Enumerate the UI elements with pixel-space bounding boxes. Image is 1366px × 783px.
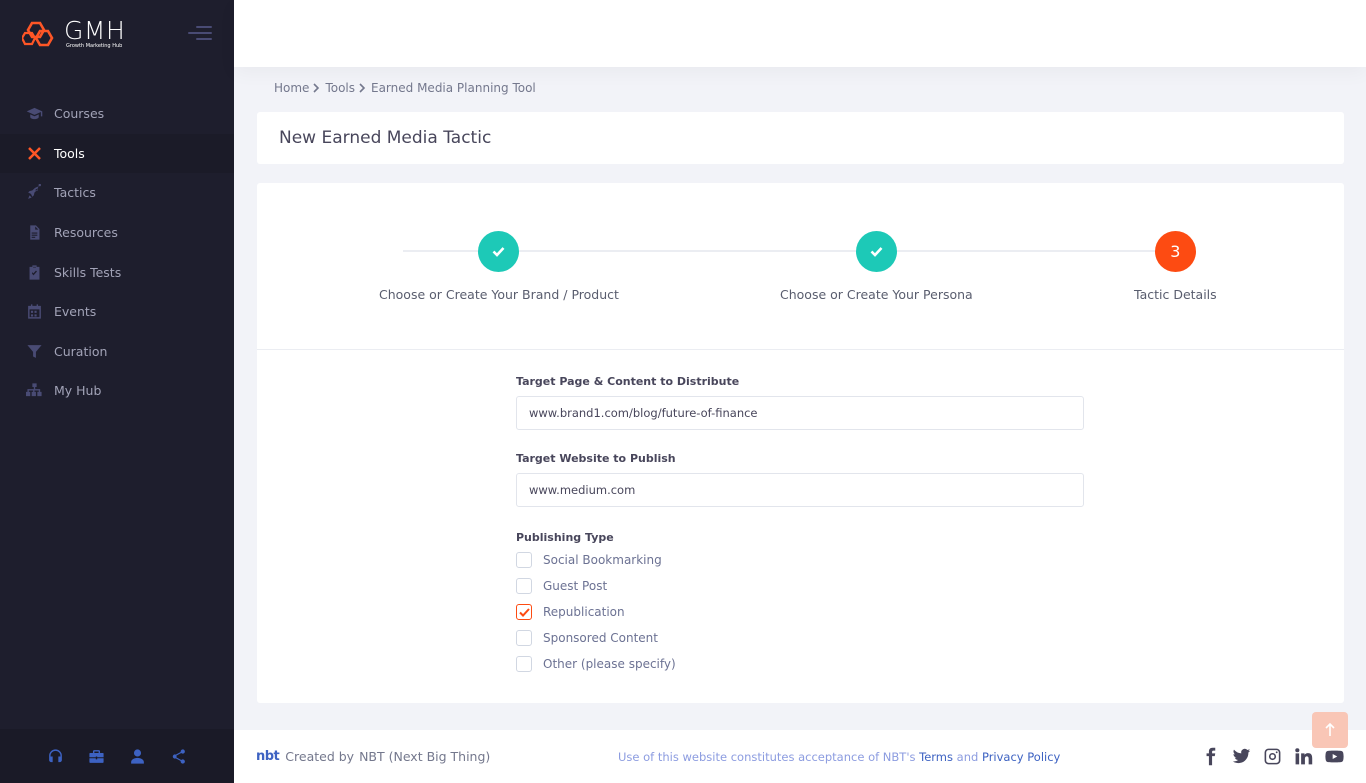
checkbox[interactable] [516, 656, 532, 672]
sidebar-item-label: Skills Tests [54, 264, 122, 280]
headset-icon[interactable] [47, 748, 64, 765]
menu-toggle-icon[interactable] [188, 26, 212, 42]
checkbox[interactable] [516, 552, 532, 568]
instagram-icon[interactable] [1263, 747, 1282, 766]
brand-name: GMH [64, 15, 126, 45]
sidebar-footer [0, 729, 234, 783]
rocket-icon [26, 184, 43, 201]
step-complete-icon [855, 231, 897, 272]
option-republication[interactable]: Republication [516, 599, 1084, 625]
option-guest-post[interactable]: Guest Post [516, 573, 1084, 599]
sidebar-item-resources[interactable]: Resources [0, 213, 234, 253]
step-complete-icon [478, 231, 520, 272]
chevron-right-icon [359, 83, 367, 93]
option-sponsored-content[interactable]: Sponsored Content [516, 625, 1084, 651]
share-icon[interactable] [170, 748, 187, 765]
clipboard-check-icon [26, 264, 43, 281]
field-label: Target Page & Content to Distribute [516, 375, 740, 388]
social-links [1201, 747, 1344, 766]
chevron-right-icon [313, 83, 321, 93]
option-other[interactable]: Other (please specify) [516, 651, 1084, 677]
field-label: Target Website to Publish [516, 452, 676, 465]
privacy-link[interactable]: Privacy Policy [982, 750, 1060, 764]
checkbox[interactable] [516, 578, 532, 594]
sidebar-item-label: Events [54, 304, 97, 320]
field-target-page: Target Page & Content to Distribute [516, 375, 1084, 430]
sidebar-item-events[interactable]: Events [0, 292, 234, 332]
step-label: Choose or Create Your Persona [780, 287, 973, 302]
gmh-logo-icon [22, 21, 54, 46]
calendar-icon [26, 303, 43, 320]
filter-icon [26, 343, 43, 360]
file-icon [26, 224, 43, 241]
sidebar-menu: Courses Tools Tactics Resources Skills T… [0, 94, 234, 411]
target-site-input[interactable] [516, 473, 1084, 507]
page-footer: nbt Created by NBT (Next Big Thing) Use … [234, 730, 1366, 783]
breadcrumb: Home Tools Earned Media Planning Tool [274, 81, 536, 95]
youtube-icon[interactable] [1325, 747, 1344, 766]
checkbox-label: Sponsored Content [543, 631, 658, 645]
sidebar-item-label: My Hub [54, 383, 102, 399]
graduation-cap-icon [26, 105, 43, 122]
step-label: Tactic Details [1134, 287, 1217, 302]
breadcrumb-tools[interactable]: Tools [325, 81, 355, 95]
sidebar-item-label: Curation [54, 343, 108, 359]
sidebar-item-my-hub[interactable]: My Hub [0, 371, 234, 411]
sitemap-icon [26, 382, 43, 399]
scroll-to-top-button[interactable] [1312, 712, 1348, 748]
checkbox[interactable] [516, 630, 532, 646]
linkedin-icon[interactable] [1294, 747, 1313, 766]
sidebar-item-curation[interactable]: Curation [0, 332, 234, 372]
checkbox-checked[interactable] [516, 604, 532, 620]
footer-credit: nbt Created by NBT (Next Big Thing) [256, 749, 490, 764]
sidebar: GMH Growth Marketing Hub Courses Tools T… [0, 0, 234, 783]
field-target-site: Target Website to Publish [516, 452, 1084, 507]
sidebar-item-courses[interactable]: Courses [0, 94, 234, 134]
wizard-stepper: Choose or Create Your Brand / Product Ch… [257, 183, 1344, 350]
page-title: New Earned Media Tactic [279, 128, 492, 148]
terms-link[interactable]: Terms [919, 750, 953, 764]
company-name: NBT (Next Big Thing) [359, 749, 491, 764]
step-label: Choose or Create Your Brand / Product [379, 287, 619, 302]
user-icon[interactable] [129, 748, 146, 765]
nbt-logo[interactable]: nbt [256, 749, 280, 764]
briefcase-icon[interactable] [88, 748, 105, 765]
brand-tagline: Growth Marketing Hub [66, 42, 123, 49]
sidebar-item-skills-tests[interactable]: Skills Tests [0, 252, 234, 292]
field-label: Publishing Type [516, 531, 614, 544]
checkbox-label: Social Bookmarking [543, 553, 662, 567]
checkbox-label: Other (please specify) [543, 657, 676, 671]
tactic-form: Target Page & Content to Distribute Targ… [516, 375, 1084, 677]
step-persona[interactable]: Choose or Create Your Persona [780, 231, 973, 302]
logo-text: GMH Growth Marketing Hub [64, 15, 126, 49]
step-number: 3 [1154, 231, 1196, 272]
and-text: and [956, 749, 979, 764]
created-by-text: Created by [285, 749, 355, 764]
target-page-input[interactable] [516, 396, 1084, 430]
step-tactic-details[interactable]: 3 Tactic Details [1134, 231, 1217, 302]
sidebar-item-label: Resources [54, 225, 118, 241]
facebook-icon[interactable] [1201, 747, 1220, 766]
top-header [234, 0, 1366, 67]
title-card: New Earned Media Tactic [257, 112, 1344, 164]
checkbox-label: Guest Post [543, 579, 608, 593]
check-icon [518, 607, 530, 617]
wizard-card: Choose or Create Your Brand / Product Ch… [257, 183, 1344, 703]
sidebar-item-label: Tactics [54, 185, 96, 201]
sidebar-item-label: Tools [54, 145, 85, 161]
sidebar-item-label: Courses [54, 106, 105, 122]
notice-text: Use of this website constitutes acceptan… [618, 749, 916, 764]
breadcrumb-current[interactable]: Earned Media Planning Tool [371, 81, 536, 95]
breadcrumb-home[interactable]: Home [274, 81, 309, 95]
footer-notice: Use of this website constitutes acceptan… [618, 750, 1060, 764]
tools-icon [26, 145, 43, 162]
sidebar-item-tactics[interactable]: Tactics [0, 173, 234, 213]
step-brand[interactable]: Choose or Create Your Brand / Product [379, 231, 619, 302]
arrow-up-icon [1325, 723, 1335, 736]
sidebar-item-tools[interactable]: Tools [0, 133, 234, 174]
checkbox-label: Republication [543, 605, 625, 619]
option-social-bookmarking[interactable]: Social Bookmarking [516, 547, 1084, 573]
twitter-icon[interactable] [1232, 747, 1251, 766]
